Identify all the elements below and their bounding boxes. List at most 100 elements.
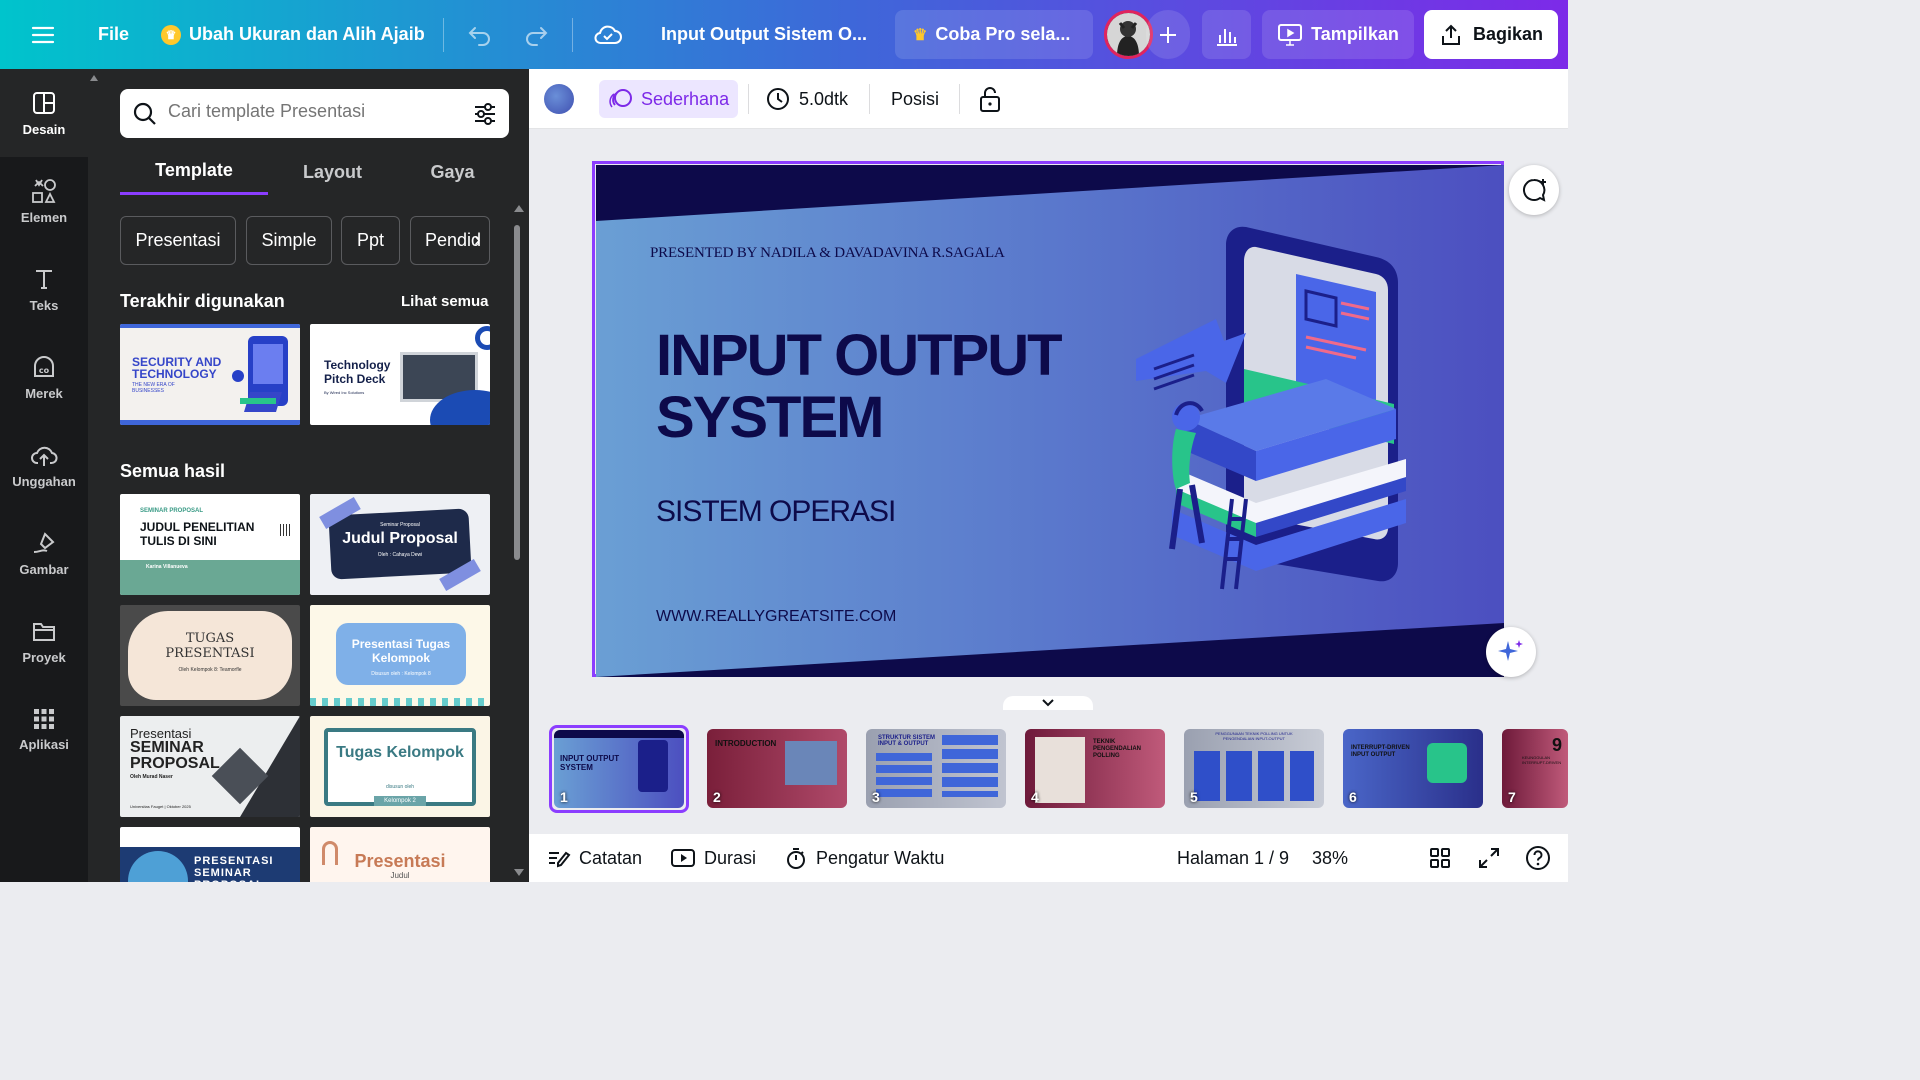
see-all-link[interactable]: Lihat semua	[401, 293, 489, 310]
redo-icon[interactable]	[522, 0, 550, 69]
page-thumb[interactable]: INTRODUCTION 2	[707, 729, 847, 808]
duration-label: 5.0dtk	[799, 88, 849, 109]
timer-label: Pengatur Waktu	[816, 847, 945, 868]
magic-assistant-button[interactable]	[1486, 627, 1536, 677]
page-caption: INPUT OUTPUT SYSTEM	[560, 754, 620, 772]
animation-button[interactable]: Sederhana	[599, 80, 738, 118]
template-result[interactable]: Tugas Kelompok disusun oleh Kelompok 2	[310, 716, 490, 817]
page-thumb[interactable]: PENGGUNAAN TEKNIK POLLING UNTUK PENGENDA…	[1184, 729, 1324, 808]
search-input[interactable]	[168, 101, 458, 122]
template-title: SECURITY AND TECHNOLOGY	[132, 355, 222, 381]
rail-label: Desain	[22, 121, 66, 137]
fullscreen-icon[interactable]	[1477, 834, 1501, 882]
template-result[interactable]: Presentasi Judul	[310, 827, 490, 882]
template-kicker: Seminar Proposal	[380, 522, 420, 528]
slide-title-line1[interactable]: INPUT OUTPUT	[656, 325, 1063, 387]
rail-item-elements[interactable]: Elemen	[0, 157, 88, 245]
add-comment-button[interactable]	[1509, 165, 1559, 215]
illustration-tablet-books[interactable]	[1136, 219, 1446, 599]
rail-item-design[interactable]: Desain	[0, 69, 88, 157]
page-thumb[interactable]: 9 KEUNGGULAN INTERRUPT-DRIVEN 7	[1502, 729, 1568, 808]
tab-template[interactable]: Template	[120, 149, 268, 195]
notes-button[interactable]: Catatan	[547, 834, 642, 882]
slide-website[interactable]: WWW.REALLYGREATSITE.COM	[656, 608, 896, 626]
template-search[interactable]	[120, 89, 509, 138]
add-collaborator-button[interactable]	[1146, 10, 1190, 59]
template-result[interactable]: SEMINAR PROPOSAL JUDUL PENELITIAN TULIS …	[120, 494, 300, 595]
insights-button[interactable]	[1202, 10, 1251, 59]
brand-icon: co	[34, 355, 54, 377]
position-button[interactable]: Posisi	[891, 69, 939, 129]
rail-item-draw[interactable]: Gambar	[0, 509, 88, 597]
rail-label: Teks	[29, 297, 59, 313]
rail-scroll-up-arrow[interactable]	[90, 75, 98, 81]
template-result[interactable]: TUGAS PRESENTASI Oleh Kelompok 8: Teamor…	[120, 605, 300, 706]
filter-icon[interactable]	[472, 101, 498, 127]
slide-canvas[interactable]: PRESENTED BY NADILA & DAVADAVINA R.SAGAL…	[596, 165, 1504, 677]
hide-pages-button[interactable]	[1003, 696, 1093, 710]
template-result[interactable]: PRESENTASI SEMINAR PROPOSAL	[120, 827, 300, 882]
menu-icon[interactable]	[30, 0, 56, 69]
file-menu[interactable]: File	[98, 0, 129, 69]
lock-icon[interactable]	[977, 69, 1003, 129]
chevron-down-icon	[1042, 699, 1054, 707]
color-picker-swatch[interactable]	[544, 84, 574, 114]
page-thumb[interactable]: TEKNIK PENGENDALIAN POLLING 4	[1025, 729, 1165, 808]
page-indicator[interactable]: Halaman 1 / 9	[1177, 834, 1289, 882]
zoom-level[interactable]: 38%	[1312, 834, 1348, 882]
scroll-up-arrow[interactable]	[514, 205, 524, 212]
rail-label: Unggahan	[12, 473, 76, 489]
template-result[interactable]: Seminar Proposal Judul Proposal Oleh : C…	[310, 494, 490, 595]
apps-grid-icon	[34, 708, 54, 729]
chevron-right-icon[interactable]: ›	[474, 229, 481, 252]
panel-scrollbar[interactable]	[514, 225, 520, 560]
share-label: Bagikan	[1472, 24, 1544, 44]
rail-item-text[interactable]: Teks	[0, 245, 88, 333]
chip-ppt[interactable]: Ppt	[341, 216, 400, 265]
slide-title-line2[interactable]: SYSTEM	[656, 387, 884, 449]
timer-button[interactable]: Pengatur Waktu	[784, 834, 944, 882]
chip-simple[interactable]: Simple	[246, 216, 332, 265]
all-results-title: Semua hasil	[120, 461, 226, 481]
chip-presentasi[interactable]: Presentasi	[120, 216, 236, 265]
tab-style[interactable]: Gaya	[400, 149, 505, 195]
crown-icon: ♛	[913, 26, 928, 44]
page-caption: INTRODUCTION	[715, 739, 777, 748]
duration-button[interactable]: 5.0dtk	[765, 69, 848, 129]
help-icon[interactable]	[1525, 834, 1551, 882]
share-button[interactable]: Bagikan	[1424, 10, 1558, 59]
bottom-bar: Catatan Durasi Pengatur Waktu Halaman 1 …	[529, 834, 1568, 882]
present-button[interactable]: Tampilkan	[1262, 10, 1414, 59]
pro-trial-button[interactable]: ♛ Coba Pro sela...	[895, 10, 1093, 59]
recent-template-pitch-deck[interactable]: Technology Pitch Deck By Wired Inc Solut…	[310, 324, 490, 425]
rail-item-projects[interactable]: Proyek	[0, 597, 88, 685]
resize-magic-button[interactable]: ♛ Ubah Ukuran dan Alih Ajaib	[161, 0, 425, 69]
page-thumb[interactable]: INTERRUPT-DRIVEN INPUT OUTPUT 6	[1343, 729, 1483, 808]
recent-template-security[interactable]: SECURITY AND TECHNOLOGY THE NEW ERA OF B…	[120, 324, 300, 425]
undo-icon[interactable]	[466, 0, 494, 69]
tab-layout[interactable]: Layout	[270, 149, 395, 195]
page-thumb[interactable]: STRUKTUR SISTEM INPUT & OUTPUT 3	[866, 729, 1006, 808]
rail-item-apps[interactable]: Aplikasi	[0, 685, 88, 773]
present-label: Tampilkan	[1311, 24, 1399, 44]
share-icon	[1441, 24, 1460, 45]
presented-by-text[interactable]: PRESENTED BY NADILA & DAVADAVINA R.SAGAL…	[650, 245, 1005, 262]
template-result[interactable]: Presentasi Tugas Kelompok Disusun oleh :…	[310, 605, 490, 706]
page-caption: INTERRUPT-DRIVEN INPUT OUTPUT	[1351, 745, 1410, 758]
template-panel: Template Layout Gaya Presentasi Simple P…	[88, 69, 529, 882]
rail-item-uploads[interactable]: Unggahan	[0, 421, 88, 509]
template-result[interactable]: Presentasi SEMINAR PROPOSAL Oleh Murad N…	[120, 716, 300, 817]
scroll-down-arrow[interactable]	[514, 869, 524, 876]
duration-footer-label: Durasi	[704, 847, 757, 868]
page-caption: TEKNIK PENGENDALIAN POLLING	[1093, 739, 1142, 759]
cloud-save-icon[interactable]	[593, 0, 623, 69]
page-thumb[interactable]: INPUT OUTPUT SYSTEM 1	[554, 730, 684, 808]
bar-chart-icon	[1216, 28, 1237, 46]
slide-subtitle[interactable]: SISTEM OPERASI	[656, 495, 896, 529]
template-title: Presentasi	[354, 851, 446, 871]
upload-cloud-icon	[31, 446, 58, 466]
rail-item-brand[interactable]: co Merek	[0, 333, 88, 421]
grid-view-icon[interactable]	[1428, 834, 1452, 882]
duration-footer-button[interactable]: Durasi	[670, 834, 756, 882]
document-title[interactable]: Input Output Sistem O...	[661, 0, 867, 69]
